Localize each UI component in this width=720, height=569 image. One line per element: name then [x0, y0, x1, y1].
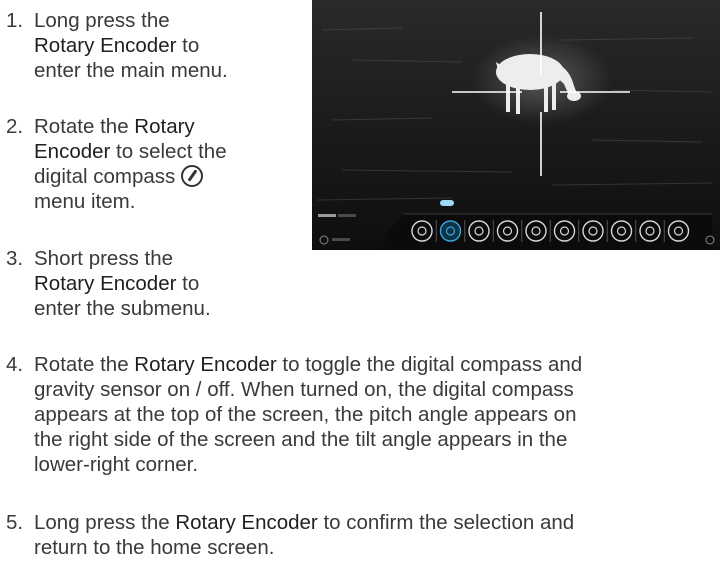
- step-number: 5.: [6, 511, 24, 534]
- step-2-line-4: menu item.: [34, 190, 136, 213]
- step-2-line-1: Rotate the Rotary: [34, 115, 195, 138]
- step-4-line-1: Rotate the Rotary Encoder to toggle the …: [34, 353, 583, 376]
- step-2-line-2: Encoder to select the: [34, 140, 227, 163]
- device-screen-illustration: [312, 0, 720, 250]
- status-indicator: [440, 200, 454, 206]
- step-1-line-3: enter the main menu.: [34, 59, 228, 82]
- thermal-view: [312, 0, 720, 250]
- compass-icon: [180, 165, 203, 187]
- step-4-line-3: appears at the top of the screen, the pi…: [34, 403, 577, 426]
- step-5-line-2: return to the home screen.: [34, 536, 275, 559]
- step-1-line-1: Long press the: [34, 9, 170, 32]
- step-2-line-3: digital compass: [34, 164, 227, 189]
- step-5-line-1: Long press the Rotary Encoder to confirm…: [34, 511, 575, 534]
- step-4-line-2: gravity sensor on / off. When turned on,…: [34, 378, 574, 401]
- step-number: 1.: [6, 9, 24, 32]
- step-4-line-5: lower-right corner.: [34, 453, 199, 476]
- step-4-line-4: the right side of the screen and the til…: [34, 428, 568, 451]
- step-number: 2.: [6, 115, 24, 138]
- step-3-line-3: enter the submenu.: [34, 297, 211, 320]
- scene-background: [312, 0, 720, 250]
- step-3-line-1: Short press the: [34, 247, 174, 270]
- step-number: 3.: [6, 247, 24, 270]
- step-3-line-2: Rotary Encoder to: [34, 272, 200, 295]
- step-1-line-2: Rotary Encoder to: [34, 34, 200, 57]
- step-number: 4.: [6, 353, 24, 376]
